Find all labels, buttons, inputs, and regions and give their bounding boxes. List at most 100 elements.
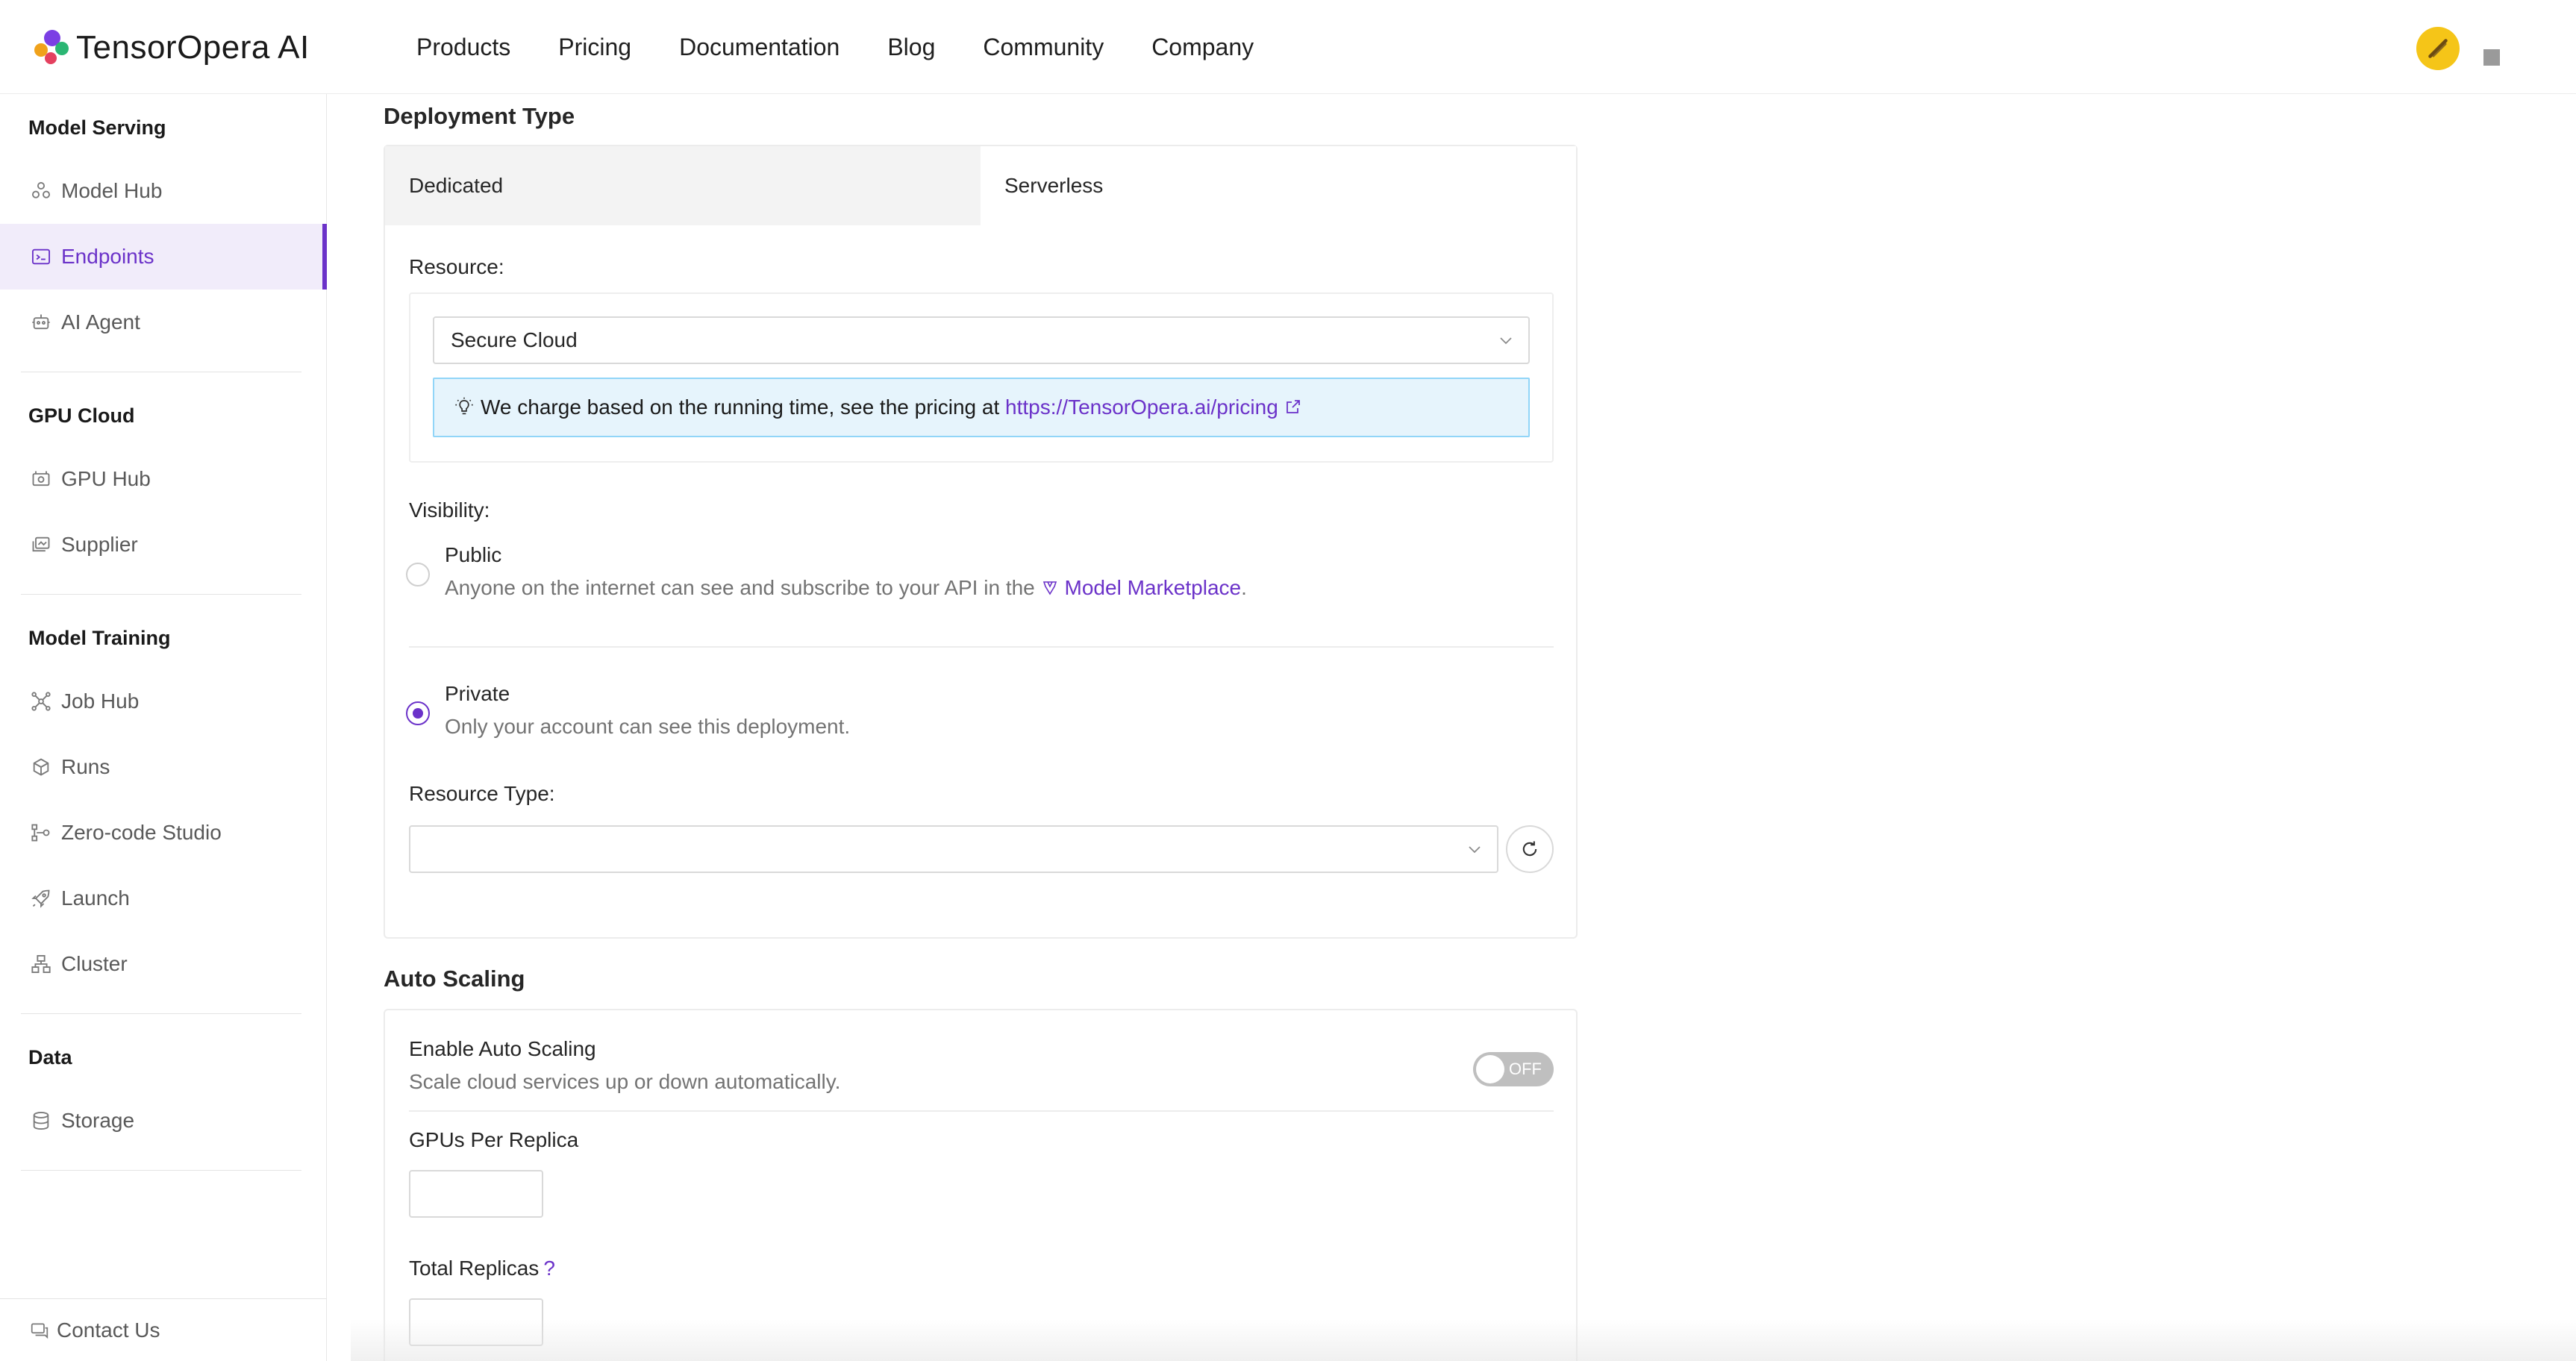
tab-dedicated[interactable]: Dedicated: [385, 146, 981, 225]
resource-select[interactable]: Secure Cloud: [433, 316, 1530, 364]
endpoints-icon: [30, 245, 52, 268]
scroll-fade: [351, 1319, 2576, 1361]
deployment-card: Dedicated Serverless Resource: Secure Cl…: [384, 145, 1578, 939]
main-content: Deployment Type Dedicated Serverless Res…: [351, 94, 2551, 1361]
nav-blog[interactable]: Blog: [887, 28, 935, 66]
visibility-public-desc: Anyone on the internet can see and subsc…: [445, 576, 1247, 600]
pricing-info-banner: We charge based on the running time, see…: [433, 378, 1530, 437]
sidebar: Model Serving Model Hub Endpoints AI Age…: [0, 94, 327, 1361]
gpus-per-replica-input[interactable]: [409, 1170, 543, 1218]
marketplace-icon: [1041, 579, 1060, 598]
sidebar-item-job-hub[interactable]: Job Hub: [0, 669, 327, 734]
auto-scaling-title: Auto Scaling: [384, 966, 525, 992]
sidebar-item-gpu-hub[interactable]: GPU Hub: [0, 446, 327, 512]
sidebar-divider: [21, 1013, 301, 1014]
model-hub-icon: [30, 180, 52, 202]
robot-icon: [30, 311, 52, 334]
gpus-per-replica-label: GPUs Per Replica: [409, 1128, 579, 1151]
contact-us-link[interactable]: Contact Us: [0, 1298, 327, 1361]
studio-icon: [30, 822, 52, 844]
resource-type-label: Resource Type:: [409, 782, 555, 805]
contact-us-label: Contact Us: [57, 1318, 160, 1342]
pricing-link[interactable]: https://TensorOpera.ai/pricing: [1005, 395, 1278, 419]
sidebar-item-launch[interactable]: Launch: [0, 866, 327, 931]
deployment-type-title: Deployment Type: [384, 103, 575, 129]
sidebar-item-label: Job Hub: [61, 689, 140, 713]
sidebar-section-model-training: Model Training: [28, 627, 171, 649]
nav-company[interactable]: Company: [1151, 28, 1254, 66]
toggle-knob: [1476, 1055, 1504, 1083]
nav-community[interactable]: Community: [983, 28, 1104, 66]
tab-serverless[interactable]: Serverless: [981, 146, 1576, 225]
help-icon[interactable]: ?: [543, 1257, 555, 1280]
enable-auto-scaling-label: Enable Auto Scaling: [409, 1037, 596, 1060]
deployment-tabs: Dedicated Serverless: [385, 146, 1576, 225]
radio-public[interactable]: [406, 563, 430, 586]
sidebar-item-runs[interactable]: Runs: [0, 734, 327, 800]
auto-scaling-toggle[interactable]: OFF: [1473, 1052, 1554, 1086]
toggle-state-label: OFF: [1509, 1060, 1542, 1078]
nav-pricing[interactable]: Pricing: [558, 28, 631, 66]
user-avatar[interactable]: [2416, 27, 2460, 70]
enable-auto-scaling-desc: Scale cloud services up or down automati…: [409, 1070, 841, 1093]
sidebar-item-endpoints[interactable]: Endpoints: [0, 224, 327, 290]
runs-icon: [30, 756, 52, 778]
sidebar-item-storage[interactable]: Storage: [0, 1088, 327, 1154]
sidebar-item-label: Supplier: [61, 533, 138, 556]
public-desc-suffix: .: [1241, 576, 1247, 599]
sidebar-section-gpu-cloud: GPU Cloud: [28, 404, 135, 427]
visibility-public-title: Public: [445, 543, 502, 566]
sidebar-item-label: Runs: [61, 755, 110, 778]
sidebar-divider: [21, 1170, 301, 1171]
storage-icon: [30, 1110, 52, 1132]
cluster-icon: [30, 953, 52, 975]
sidebar-item-label: AI Agent: [61, 310, 140, 334]
resource-label: Resource:: [409, 255, 504, 278]
visibility-divider: [409, 646, 1554, 648]
resource-type-select[interactable]: [409, 825, 1498, 873]
sidebar-item-label: Launch: [61, 886, 130, 910]
external-link-icon[interactable]: [1284, 398, 1304, 417]
main-nav: Products Pricing Documentation Blog Comm…: [416, 28, 1301, 66]
sidebar-item-ai-agent[interactable]: AI Agent: [0, 290, 327, 355]
visibility-private-desc: Only your account can see this deploymen…: [445, 715, 851, 738]
sidebar-divider: [21, 594, 301, 595]
sidebar-section-data: Data: [28, 1046, 72, 1069]
radio-private[interactable]: [406, 701, 430, 725]
model-marketplace-link[interactable]: Model Marketplace: [1065, 576, 1242, 599]
sidebar-item-model-hub[interactable]: Model Hub: [0, 158, 327, 224]
total-replicas-label: Total Replicas?: [409, 1257, 555, 1280]
sidebar-item-label: Cluster: [61, 952, 128, 975]
total-replicas-text: Total Replicas: [409, 1257, 540, 1280]
visibility-private-title: Private: [445, 682, 510, 705]
chevron-down-icon: [1469, 846, 1481, 854]
public-desc-text: Anyone on the internet can see and subsc…: [445, 576, 1041, 599]
chevron-down-icon: [1500, 337, 1512, 345]
sidebar-item-label: Storage: [61, 1109, 135, 1132]
brand-logo[interactable]: TensorOpera AI: [33, 25, 310, 70]
top-navigation-bar: TensorOpera AI Products Pricing Document…: [0, 0, 2576, 94]
lightbulb-icon: [454, 396, 476, 419]
sidebar-item-label: Zero-code Studio: [61, 821, 222, 844]
refresh-icon: [1522, 841, 1537, 857]
auto-scaling-card: Enable Auto Scaling Scale cloud services…: [384, 1009, 1578, 1361]
gpu-icon: [30, 468, 52, 490]
rocket-icon: [30, 887, 52, 910]
avatar-icon: [2428, 39, 2448, 58]
refresh-button[interactable]: [1506, 825, 1554, 873]
sidebar-section-model-serving: Model Serving: [28, 116, 166, 139]
visibility-label: Visibility:: [409, 498, 490, 522]
sidebar-item-label: GPU Hub: [61, 467, 151, 490]
auto-scaling-divider: [409, 1110, 1554, 1112]
window-control-icon[interactable]: [2483, 49, 2500, 66]
nav-products[interactable]: Products: [416, 28, 510, 66]
sidebar-item-cluster[interactable]: Cluster: [0, 931, 327, 997]
sidebar-item-supplier[interactable]: Supplier: [0, 512, 327, 578]
nav-documentation[interactable]: Documentation: [679, 28, 840, 66]
resource-select-value: Secure Cloud: [451, 328, 578, 351]
sidebar-item-zero-code-studio[interactable]: Zero-code Studio: [0, 800, 327, 866]
sidebar-item-label: Endpoints: [61, 245, 154, 268]
job-hub-icon: [30, 690, 52, 713]
sidebar-item-label: Model Hub: [61, 179, 163, 202]
resource-box: Secure Cloud We charge based on the runn…: [409, 292, 1554, 463]
